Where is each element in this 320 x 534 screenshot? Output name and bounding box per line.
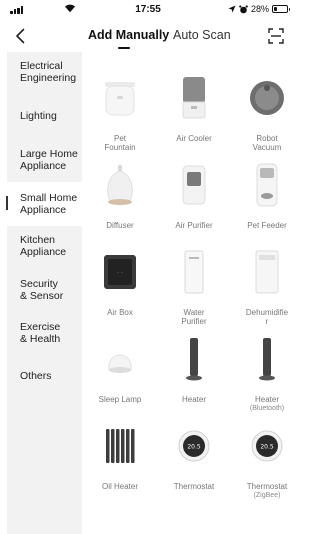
device-label: Diffuser [106,221,134,230]
heater-icon [159,323,229,395]
air-box-icon: · · [85,236,155,308]
pet-feeder-icon [232,149,302,221]
thermostat-icon: 20.5 [159,410,229,482]
sidebar-item-label: & Health [20,333,61,345]
device-label: Oil Heater [101,482,138,491]
sidebar-item-others[interactable]: Others [7,370,82,382]
sidebar-item-lighting[interactable]: Lighting [7,110,82,122]
sidebar-item-kitchen-appliance[interactable]: Kitchen Appliance [7,234,82,258]
category-sidebar: Electrical Engineering Lighting Large Ho… [6,52,82,534]
sleep-lamp-icon [85,323,155,395]
svg-text:20.5: 20.5 [260,444,274,451]
air-purifier-icon [159,149,229,221]
sidebar-item-label: Electrical [20,60,63,72]
device-label: Air Box [107,308,133,317]
battery-icon [272,5,290,13]
status-bar: 17:55 28% [0,0,296,20]
sidebar-item-label: Small Home [20,192,78,204]
sidebar-item-label: Kitchen [20,234,56,246]
sidebar-item-large-home-appliance[interactable]: Large Home Appliance [7,148,82,172]
water-purifier-icon [159,236,229,308]
sidebar-item-label: Security [20,278,58,290]
svg-text:· ·: · · [117,270,123,277]
sidebar-item-label: Exercise [20,321,61,333]
diffuser-icon [85,149,155,221]
active-category-marker [6,196,8,210]
dehumidifier-icon [232,236,302,308]
sidebar-item-label: Large Home [20,148,78,160]
top-nav: Add Manually Auto Scan [0,20,296,52]
scan-frame-icon[interactable] [268,28,284,44]
sidebar-item-label: Lighting [20,110,57,122]
oil-heater-icon [85,410,155,482]
pet-fountain-icon [85,62,155,134]
active-tab-indicator [118,47,130,49]
sidebar-item-exercise-health[interactable]: Exercise & Health [7,321,82,345]
sidebar-item-label: Appliance [20,204,67,216]
tab-auto-scan[interactable]: Auto Scan [173,28,231,42]
sidebar-item-label: Appliance [20,246,67,258]
svg-text:20.5: 20.5 [187,444,201,451]
sidebar-item-security-sensor[interactable]: Security & Sensor [7,278,82,302]
heater-bluetooth-icon [232,323,302,395]
device-label: Thermostat (ZigBee) [246,482,288,499]
device-label: Air Cooler [176,134,212,143]
sidebar-item-label: Appliance [20,160,67,172]
sidebar-item-electrical-engineering[interactable]: Electrical Engineering [7,60,82,84]
device-label: Air Purifier [175,221,213,230]
sidebar-item-label: Engineering [20,72,77,84]
alarm-clock-icon [239,4,248,13]
robot-vacuum-icon [232,62,302,134]
tab-add-manually[interactable]: Add Manually [88,28,169,42]
device-label: Heater [181,395,206,404]
device-label: Pet Feeder [247,221,287,230]
air-cooler-icon [159,62,229,134]
battery-percent: 28% [250,4,269,14]
chevron-left-icon[interactable] [12,26,30,46]
device-label: Sleep Lamp [98,395,142,404]
location-arrow-icon [228,5,236,13]
sidebar-item-small-home-appliance[interactable]: Small Home Appliance [6,182,82,226]
sidebar-item-label: & Sensor [20,290,64,302]
sidebar-item-label: Others [20,370,52,382]
thermostat-zigbee-icon: 20.5 [232,410,302,482]
device-grid: Pet Fountain Air Cooler Robot Vacuum Dif… [82,52,296,534]
device-label: Thermostat [173,482,215,491]
